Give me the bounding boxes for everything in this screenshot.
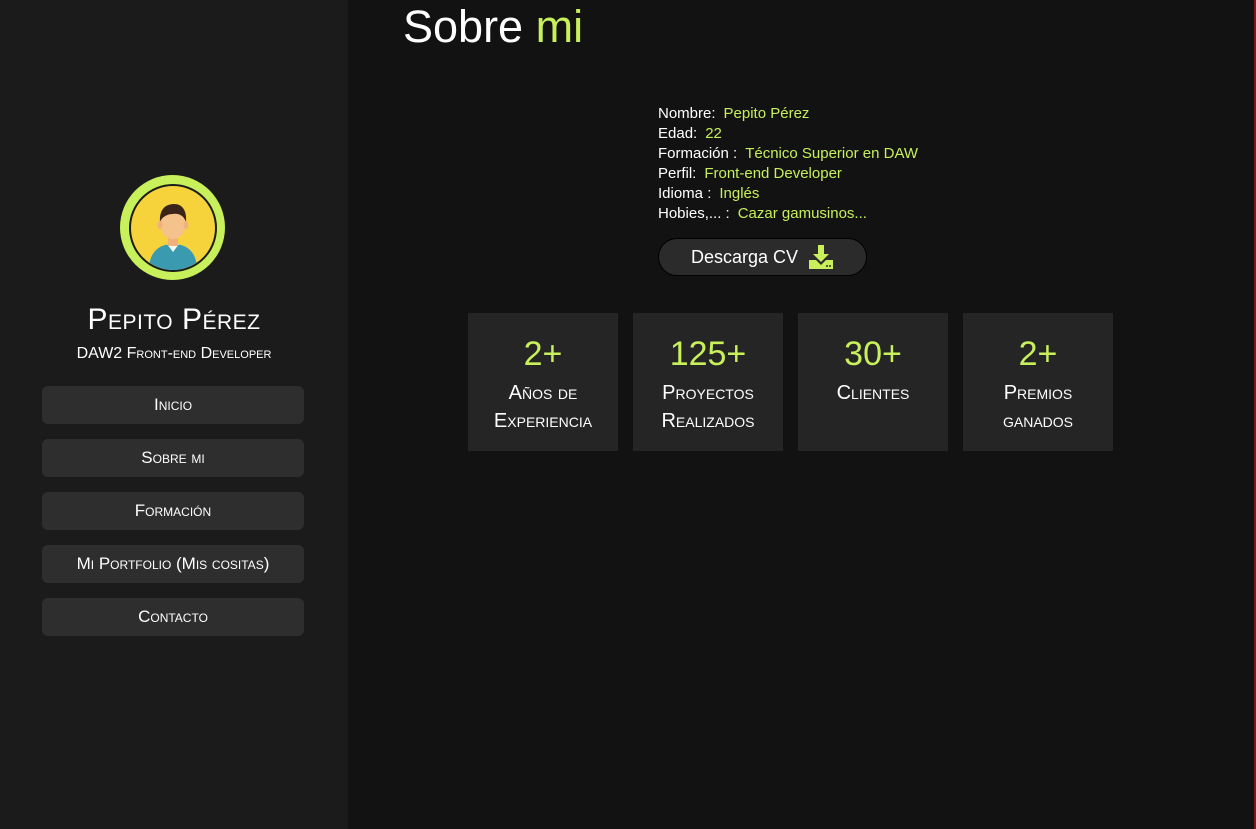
info-value: Técnico Superior en DAW [745, 145, 919, 162]
personal-info: Nombre: Pepito Pérez Edad: 22 Formación : T… [658, 104, 918, 224]
sidebar-nav: Inicio Sobre mi Formación Mi Portfolio (… [42, 386, 304, 651]
info-row: Hobies,... : Cazar gamusinos... [658, 204, 918, 224]
info-label: Nombre: [658, 105, 716, 122]
info-value: Cazar gamusinos... [737, 205, 867, 222]
info-row: Formación : Técnico Superior en DAW [658, 144, 918, 164]
download-icon [809, 245, 834, 269]
download-cv-button[interactable]: Descarga CV [658, 238, 867, 276]
nav-item-inicio[interactable]: Inicio [42, 386, 304, 424]
info-label: Perfil: [658, 165, 697, 182]
info-label: Idioma : [658, 185, 712, 202]
nav-item-formacion[interactable]: Formación [42, 492, 304, 530]
sidebar: Pepito Pérez DAW2 Front-end Developer In… [0, 0, 348, 829]
info-row: Perfil: Front-end Developer [658, 164, 918, 184]
info-value: Inglés [719, 185, 760, 202]
stat-number: 30+ [844, 335, 902, 373]
download-cv-label: Descarga CV [690, 246, 799, 267]
stat-card: 125+ Proyectos Realizados [633, 313, 783, 451]
nav-item-contacto[interactable]: Contacto [42, 598, 304, 636]
avatar [120, 175, 225, 280]
stat-label: Clientes [836, 382, 910, 404]
stat-number: 2+ [523, 335, 563, 373]
info-value: Pepito Pérez [723, 105, 810, 122]
profile-name: Pepito Pérez [87, 303, 261, 336]
page: Pepito Pérez DAW2 Front-end Developer In… [0, 0, 1256, 829]
info-label: Formación : [658, 145, 738, 162]
info-label: Edad: [658, 125, 698, 142]
stat-card: 30+ Clientes [798, 313, 948, 451]
info-value: 22 [705, 125, 722, 142]
info-row: Idioma : Inglés [658, 184, 918, 204]
stat-number: 125+ [669, 335, 747, 373]
nav-item-portfolio[interactable]: Mi Portfolio (Mis cositas) [42, 545, 304, 583]
nav-item-sobre-mi[interactable]: Sobre mi [42, 439, 304, 477]
info-label: Hobies,... : [658, 205, 730, 222]
stat-number: 2+ [1018, 335, 1058, 373]
page-title-accent: mi [535, 1, 584, 52]
stat-label: Premios ganados [1002, 382, 1073, 432]
page-title: Sobre mi [403, 0, 583, 54]
stat-card: 2+ Premios ganados [963, 313, 1113, 451]
page-title-main: Sobre [403, 1, 524, 52]
info-row: Edad: 22 [658, 124, 918, 144]
avatar-image [128, 183, 217, 272]
stat-card: 2+ Años de Experiencia [468, 313, 618, 451]
profile-role: DAW2 Front-end Developer [76, 345, 272, 362]
stat-label: Proyectos Realizados [661, 382, 755, 432]
stat-label: Años de Experiencia [493, 382, 593, 432]
info-row: Nombre: Pepito Pérez [658, 104, 918, 124]
person-icon [148, 203, 197, 270]
info-value: Front-end Developer [704, 165, 842, 182]
stats: 2+ Años de Experiencia 125+ Proyectos Re… [468, 313, 1113, 451]
